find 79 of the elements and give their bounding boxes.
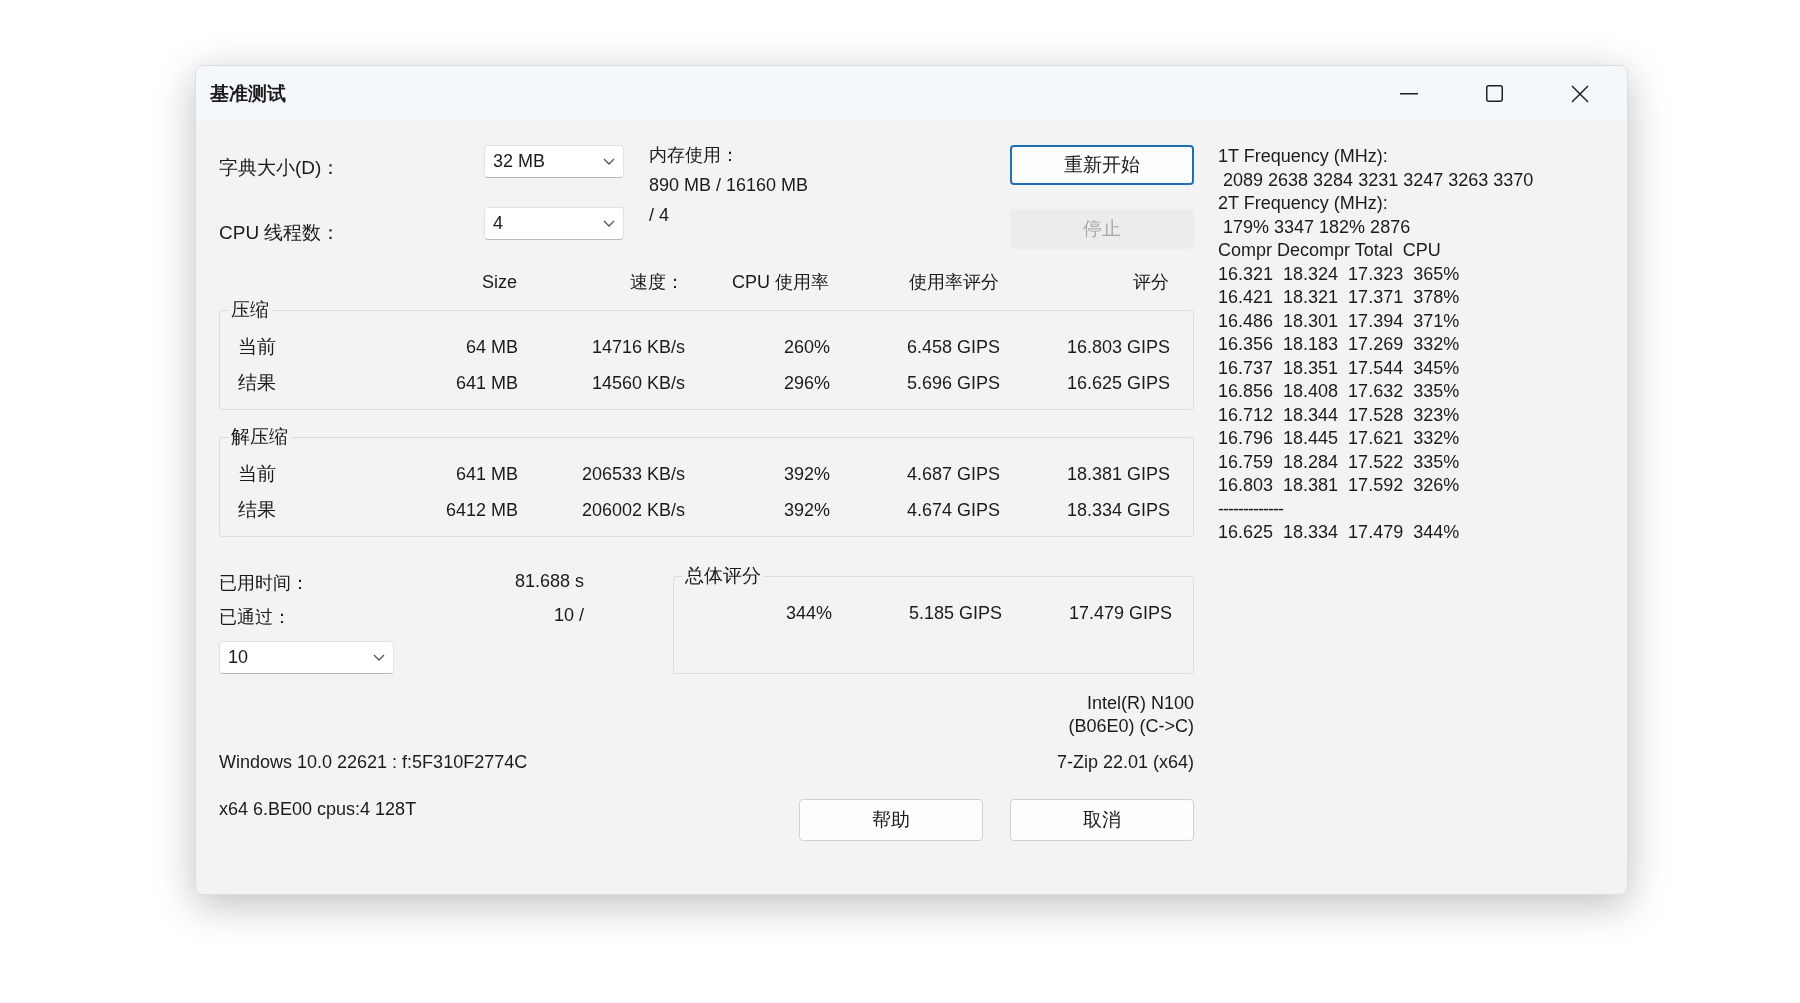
arch-info: x64 6.BE00 cpus:4 128T xyxy=(219,799,417,820)
column-header: CPU 使用率 xyxy=(731,271,829,294)
table-cell-text: 206002 KB/s xyxy=(580,499,685,521)
memory-value: 890 MB / 16160 MB xyxy=(649,175,810,196)
log-line: Compr Decompr Total CPU xyxy=(1218,239,1442,262)
table-cell-text: 5.696 GIPS xyxy=(905,372,1000,394)
table-cell-text: 6412 MB xyxy=(444,499,518,521)
column-header: 速度： xyxy=(629,271,684,294)
table-cell-text: 641 MB xyxy=(454,372,518,394)
log-line: 16.712 18.344 17.528 323% xyxy=(1218,403,1461,427)
table-cell-text: 16.803 GIPS xyxy=(1065,336,1170,358)
chevron-icon xyxy=(373,654,385,661)
dictionary-label: 字典大小(D)： xyxy=(219,156,342,180)
table-cell-text: 260% xyxy=(782,336,830,358)
row-label: 当前 xyxy=(237,335,277,359)
log-line: 16.486 18.301 17.394 371% xyxy=(1218,309,1461,333)
table-cell-text: 14716 KB/s xyxy=(590,336,685,358)
chevron-icon xyxy=(603,220,615,227)
close-icon[interactable] xyxy=(1571,84,1589,103)
table-cell-text: 17.479 GIPS xyxy=(1067,603,1172,624)
threads-max: / 4 xyxy=(649,205,670,226)
row-label: 结果 xyxy=(237,498,277,522)
column-header: 评分 xyxy=(1132,271,1169,294)
passes-dropdown[interactable]: 10 xyxy=(219,641,394,674)
log-line: 2T Frequency (MHz): xyxy=(1218,192,1389,215)
cpu-info: (B06E0) (C->C) xyxy=(1068,715,1194,738)
log-line: 16.803 18.381 17.592 326% xyxy=(1218,474,1461,497)
log-line: 1T Frequency (MHz): xyxy=(1218,145,1389,168)
dialog-button[interactable]: 帮助 xyxy=(799,799,983,841)
window-title: 基准测试 xyxy=(210,81,286,106)
log-line: 179% 3347 182% 2876 xyxy=(1222,215,1412,239)
table-cell-text: 206533 KB/s xyxy=(580,463,685,485)
table-cell-text: 64 MB xyxy=(464,336,518,358)
passes-value: 10 / xyxy=(553,605,584,627)
chevron-icon xyxy=(603,158,615,165)
restart-button[interactable]: 重新开始 xyxy=(1010,145,1194,185)
table-cell-text: 18.381 GIPS xyxy=(1065,463,1170,485)
system-info: Windows 10.0 22621 : f:5F310F2774C xyxy=(219,752,528,773)
table-cell-text: 16.625 GIPS xyxy=(1065,372,1170,394)
dictionary-dropdown[interactable]: 32 MB xyxy=(484,145,624,178)
memory-label: 内存使用： xyxy=(649,144,740,167)
log-line: 16.625 18.334 17.479 344% xyxy=(1218,521,1461,544)
table-cell-text: 392% xyxy=(782,463,830,485)
table-cell-text: 6.458 GIPS xyxy=(905,336,1000,358)
table-cell-text: 392% xyxy=(782,499,830,521)
column-header: 使用率评分 xyxy=(908,271,999,294)
cpu-info: Intel(R) N100 xyxy=(1086,692,1194,715)
elapsed-label: 已用时间： xyxy=(219,572,309,595)
row-label: 结果 xyxy=(237,371,277,395)
log-line: 16.421 18.321 17.371 378% xyxy=(1218,286,1461,309)
column-header: Size xyxy=(481,271,517,293)
maximize-icon[interactable] xyxy=(1486,85,1503,102)
threads-dropdown[interactable]: 4 xyxy=(484,207,624,240)
minimize-icon[interactable] xyxy=(1400,92,1418,95)
log-line: 16.759 18.284 17.522 335% xyxy=(1218,450,1461,474)
elapsed-value: 81.688 s xyxy=(514,571,584,593)
log-line: ------------- xyxy=(1218,497,1285,521)
version-info: 7-Zip 22.01 (x64) xyxy=(1056,752,1194,773)
table-cell-text: 4.674 GIPS xyxy=(905,499,1000,521)
log-line: 16.737 18.351 17.544 345% xyxy=(1218,356,1461,380)
log-line: 16.856 18.408 17.632 335% xyxy=(1218,380,1461,403)
table-cell-text: 5.185 GIPS xyxy=(907,603,1002,624)
passes-label: 已通过： xyxy=(219,606,291,629)
group-title: 压缩 xyxy=(230,298,270,322)
threads-label: CPU 线程数： xyxy=(219,221,342,245)
table-cell-text: 344% xyxy=(784,603,832,624)
group-title: 总体评分 xyxy=(684,564,762,588)
log-line: 2089 2638 3284 3231 3247 3263 3370 xyxy=(1222,168,1534,192)
table-cell-text: 18.334 GIPS xyxy=(1065,499,1170,521)
table-cell-text: 4.687 GIPS xyxy=(905,463,1000,485)
log-line: 16.796 18.445 17.621 332% xyxy=(1218,427,1461,450)
log-line: 16.321 18.324 17.323 365% xyxy=(1218,262,1461,286)
group-title: 解压缩 xyxy=(230,425,289,449)
table-cell-text: 641 MB xyxy=(454,463,518,485)
dialog-button[interactable]: 取消 xyxy=(1010,799,1194,841)
table-cell-text: 14560 KB/s xyxy=(590,372,685,394)
log-line: 16.356 18.183 17.269 332% xyxy=(1218,333,1461,356)
row-label: 当前 xyxy=(237,462,277,486)
table-cell-text: 296% xyxy=(782,372,830,394)
